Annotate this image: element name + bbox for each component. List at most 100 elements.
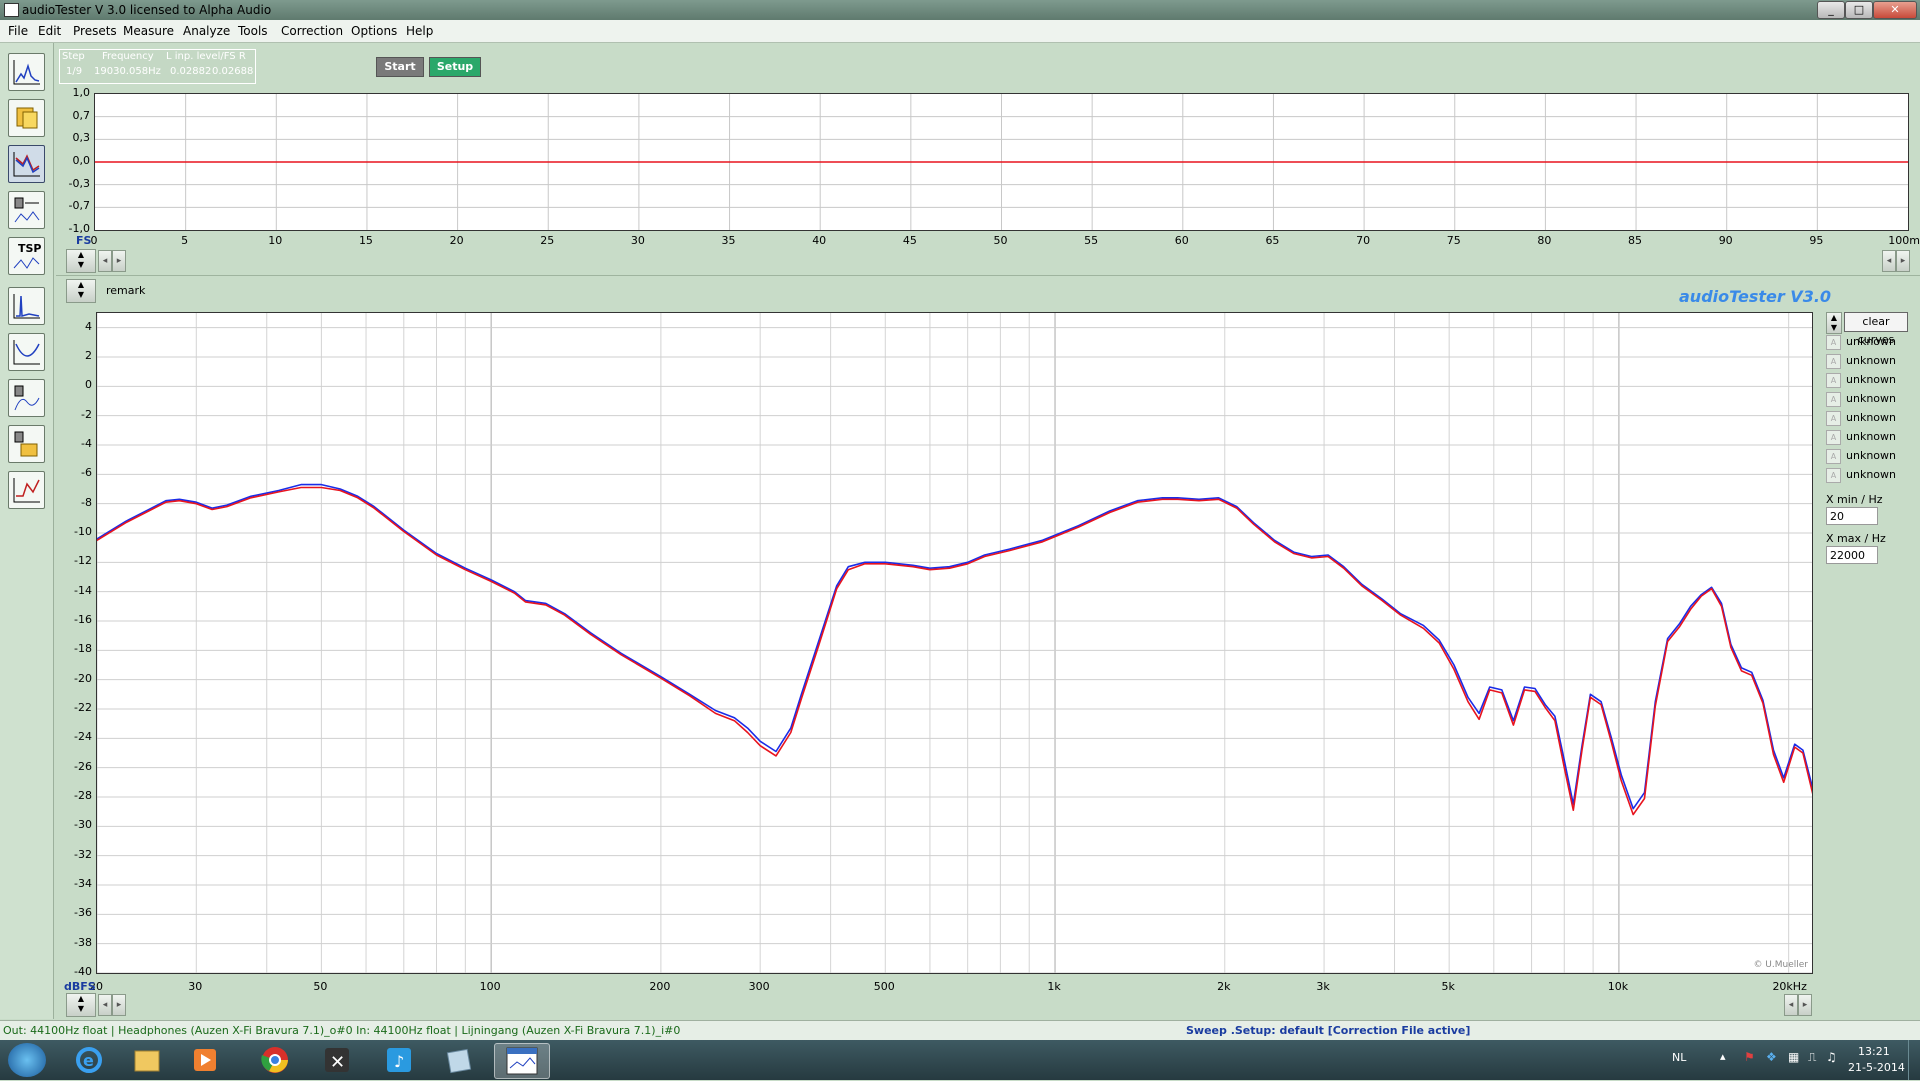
scope-x-tick: 50 [993, 234, 1008, 247]
show-hidden-icons-icon[interactable]: ▴ [1720, 1050, 1726, 1063]
scope-x-tick: 85 [1628, 234, 1643, 247]
tool-spectrum[interactable] [8, 53, 45, 91]
menu-options[interactable]: Options [351, 24, 397, 38]
app-x-icon[interactable]: ✕ [310, 1043, 364, 1077]
language-indicator[interactable]: NL [1672, 1051, 1686, 1064]
remark-spinner[interactable]: ▲ ▼ [66, 279, 96, 303]
menu-help[interactable]: Help [406, 24, 433, 38]
media-player-icon[interactable] [178, 1043, 232, 1077]
measurement-status: Step Frequency L inp. level/FS R 1/9 190… [59, 49, 256, 84]
tool-speaker-cube[interactable] [8, 425, 45, 463]
clock-date[interactable]: 21-5-2014 [1848, 1061, 1905, 1074]
scope-x-tick: 15 [358, 234, 373, 247]
scope-x-tick: 75 [1446, 234, 1461, 247]
main-x-tick: 300 [748, 980, 770, 993]
oscilloscope-plot[interactable] [94, 93, 1909, 231]
curve-toggle-icon[interactable]: A [1826, 411, 1841, 426]
xmax-input[interactable]: 22000 [1826, 546, 1878, 564]
scope-x-tick: 95 [1809, 234, 1824, 247]
window-title: audioTester V 3.0 licensed to Alpha Audi… [22, 3, 272, 17]
menu-edit[interactable]: Edit [38, 24, 61, 38]
curve-toggle-icon[interactable]: A [1826, 354, 1841, 369]
start-orb-icon[interactable] [8, 1043, 46, 1077]
close-button[interactable]: ✕ [1873, 1, 1917, 19]
setup-button[interactable]: Setup [429, 57, 481, 77]
audiotester-taskbar-icon[interactable] [494, 1043, 550, 1079]
main-y-tick: 0 [85, 378, 92, 392]
menu-analyze[interactable]: Analyze [183, 24, 230, 38]
tool-speaker-curve[interactable] [8, 379, 45, 417]
explorer-folder-icon[interactable] [120, 1043, 174, 1077]
main-scroll-right-end[interactable]: ▸ [1798, 994, 1812, 1016]
xmin-input[interactable]: 20 [1826, 507, 1878, 525]
main-y-tick: -4 [81, 437, 92, 450]
sweep-status: Sweep .Setup: default [Correction File a… [1186, 1024, 1471, 1037]
dropbox-icon[interactable]: ❖ [1766, 1050, 1777, 1064]
curve-toggle-icon[interactable]: A [1826, 373, 1841, 388]
main-scroll-left-end[interactable]: ◂ [1784, 994, 1798, 1016]
main-y-tick: -36 [74, 906, 92, 920]
curve-toggle-icon[interactable]: A [1826, 392, 1841, 407]
audio-app-icon[interactable]: ♪ [372, 1043, 426, 1077]
scope-x-tick: 20 [449, 234, 464, 247]
tool-speaker-response[interactable] [8, 191, 45, 229]
usb-icon[interactable]: ⎍ [1808, 1050, 1816, 1065]
menu-measure[interactable]: Measure [123, 24, 174, 38]
legend-spinner[interactable]: ▲ ▼ [1826, 312, 1842, 334]
scope-x-tick: 5 [181, 234, 189, 247]
tool-tsp[interactable]: TSP [8, 237, 45, 275]
scope-scroll-left-end[interactable]: ◂ [1882, 250, 1896, 272]
menu-correction[interactable]: Correction [281, 24, 343, 38]
main-x-tick: 5k [1441, 980, 1455, 993]
tool-frequency-response[interactable] [8, 145, 45, 183]
tool-scope-cube[interactable] [8, 99, 45, 137]
scope-y-tick: 0,0 [72, 154, 91, 167]
clear-curves-button[interactable]: clear curves [1844, 312, 1908, 346]
menu-file[interactable]: File [8, 24, 28, 38]
network-icon[interactable]: ▦ [1788, 1050, 1799, 1064]
main-x-tick: 1k [1047, 980, 1061, 993]
curve-toggle-icon[interactable]: A [1826, 335, 1841, 350]
scope-x-tick: 35 [721, 234, 736, 247]
main-y-spinner[interactable]: ▲ ▼ [66, 993, 96, 1017]
svg-text:✕: ✕ [330, 1052, 345, 1073]
maximize-button[interactable]: □ [1845, 1, 1873, 19]
curve-toggle-icon[interactable]: A [1826, 449, 1841, 464]
main-y-tick: -30 [74, 818, 92, 832]
frequency-response-plot[interactable]: © U.Mueller [0, 312, 1852, 974]
scope-y-spinner[interactable]: ▲ ▼ [66, 249, 96, 273]
section-divider [56, 275, 1920, 276]
scope-scroll-right[interactable]: ▸ [112, 250, 126, 272]
curve-toggle-icon[interactable]: A [1826, 430, 1841, 445]
minimize-button[interactable]: _ [1817, 1, 1845, 19]
chrome-icon[interactable] [248, 1043, 302, 1077]
scope-scroll-right-end[interactable]: ▸ [1896, 250, 1910, 272]
main-y-tick: -2 [81, 407, 92, 421]
app-icon [4, 3, 19, 17]
main-y-tick: -6 [81, 466, 92, 480]
app-generic-icon[interactable] [432, 1043, 486, 1077]
internet-explorer-icon[interactable]: e [62, 1043, 116, 1077]
main-scroll-right[interactable]: ▸ [112, 994, 126, 1016]
tool-filter-curve[interactable] [8, 333, 45, 371]
main-scroll-left[interactable]: ◂ [98, 994, 112, 1016]
show-desktop-button[interactable] [1908, 1040, 1920, 1080]
start-button[interactable]: Start [376, 57, 424, 77]
title-bar: audioTester V 3.0 licensed to Alpha Audi… [0, 0, 1920, 20]
flag-icon[interactable]: ⚑ [1744, 1050, 1755, 1064]
volume-icon[interactable]: ♫ [1826, 1050, 1837, 1064]
scope-x-tick: 55 [1084, 234, 1099, 247]
status-line: Out: 44100Hz float | Headphones (Auzen X… [0, 1020, 1920, 1040]
level-right-value: 0.02688 [212, 66, 254, 77]
menu-presets[interactable]: Presets [73, 24, 117, 38]
step-label: Step [62, 51, 85, 62]
scope-scroll-left[interactable]: ◂ [98, 250, 112, 272]
clock-time[interactable]: 13:21 [1858, 1045, 1890, 1058]
main-y-tick: -34 [74, 877, 92, 890]
main-y-tick: -8 [81, 495, 92, 509]
tool-correction[interactable] [8, 471, 45, 509]
curve-toggle-icon[interactable]: A [1826, 468, 1841, 483]
main-y-tick: -24 [74, 730, 92, 744]
tool-impulse[interactable] [8, 287, 45, 325]
menu-tools[interactable]: Tools [238, 24, 268, 38]
